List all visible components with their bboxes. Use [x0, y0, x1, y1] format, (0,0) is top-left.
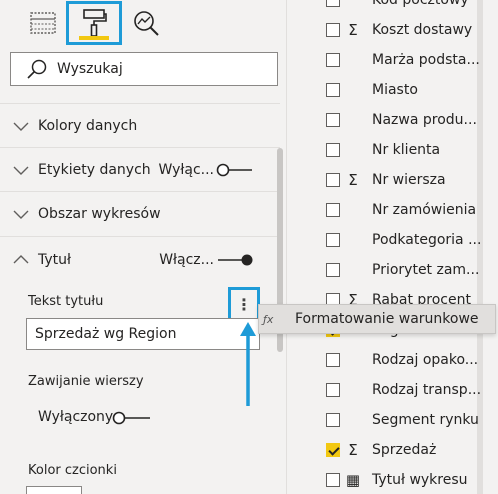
section-label: Etykiety danych	[38, 162, 151, 178]
field-name: Rodzaj transp...	[372, 382, 482, 398]
field-name: Tytuł wykresu	[372, 472, 468, 488]
word-wrap-label: Zawijanie wierszy	[28, 374, 144, 389]
checkbox[interactable]	[326, 203, 340, 217]
field-row[interactable]: ▦ Tytuł wykresu	[287, 465, 498, 494]
field-row[interactable]: Nr zamówienia	[287, 195, 498, 225]
tab-fields[interactable]	[22, 0, 64, 46]
checkbox[interactable]	[326, 83, 340, 97]
chevron-down-icon	[13, 166, 29, 175]
menu-item-conditional-formatting[interactable]: Formatowanie warunkowe	[295, 311, 479, 327]
toggle-off[interactable]	[216, 163, 254, 177]
checkbox[interactable]	[326, 353, 340, 367]
field-row[interactable]: Marża podsta...	[287, 45, 498, 75]
field-row[interactable]: Miasto	[287, 75, 498, 105]
word-wrap-state: Wyłączony	[38, 409, 114, 425]
checkbox[interactable]	[326, 263, 340, 277]
chevron-down-icon	[13, 122, 29, 131]
checkbox[interactable]	[326, 143, 340, 157]
chevron-up-icon	[13, 255, 29, 264]
field-name: Podkategoria ...	[372, 232, 482, 248]
field-name: Priorytet zam...	[372, 262, 480, 278]
checkbox[interactable]	[326, 0, 340, 7]
field-name: Miasto	[372, 82, 418, 98]
field-row[interactable]: Podkategoria ...	[287, 225, 498, 255]
field-row[interactable]: Priorytet zam...	[287, 255, 498, 285]
divider	[0, 236, 280, 237]
section-label: Obszar wykresów	[38, 206, 161, 222]
checkbox[interactable]	[326, 23, 340, 37]
search-icon	[27, 59, 47, 79]
checkbox[interactable]	[326, 383, 340, 397]
section-label: Kolory danych	[38, 118, 138, 134]
checkbox[interactable]	[326, 53, 340, 67]
field-name: Nazwa produ...	[372, 112, 477, 128]
active-tab-indicator	[79, 36, 109, 40]
checkbox[interactable]	[326, 113, 340, 127]
paint-roller-icon	[83, 9, 107, 37]
field-name: Nr wiersza	[372, 172, 446, 188]
tab-analytics[interactable]	[126, 0, 166, 46]
tab-format[interactable]	[66, 1, 122, 45]
sigma-icon: Σ	[348, 441, 358, 459]
analytics-magnifier-icon	[134, 11, 159, 36]
field-row[interactable]: Kod pocztowy	[287, 0, 498, 15]
field-row[interactable]: Nazwa produ...	[287, 105, 498, 135]
checkbox[interactable]	[326, 233, 340, 247]
title-text-label: Tekst tytułu	[28, 294, 104, 309]
field-name: Rodzaj opako...	[372, 352, 479, 368]
field-row[interactable]: Σ Nr wiersza	[287, 165, 498, 195]
section-data-colors[interactable]: Kolory danych	[0, 104, 280, 148]
checkbox[interactable]	[326, 413, 340, 427]
field-name: Koszt dostawy	[372, 22, 473, 38]
font-color-picker[interactable]	[26, 486, 82, 494]
chevron-down-icon	[13, 210, 29, 219]
field-row[interactable]: Rodzaj opako...	[287, 345, 498, 375]
checkbox[interactable]	[326, 173, 340, 187]
title-text-value: Sprzedaż wg Region	[35, 326, 177, 342]
field-row[interactable]: Σ Koszt dostawy	[287, 15, 498, 45]
checkbox-checked[interactable]	[326, 443, 340, 457]
checkbox[interactable]	[326, 473, 340, 487]
field-name: Nr klienta	[372, 142, 441, 158]
arrow-up-icon	[240, 322, 256, 406]
fields-list-pane: Kod pocztowy Σ Koszt dostawy Marża podsta..…	[286, 0, 498, 494]
sigma-icon: Σ	[348, 171, 358, 189]
calculator-icon: ▦	[345, 471, 361, 489]
field-name: Marża podsta...	[372, 52, 480, 68]
fx-icon: ƒx	[263, 312, 274, 326]
field-name: Sprzedaż	[372, 442, 437, 458]
more-options-icon: ⋮	[236, 294, 252, 314]
table-grid-icon	[30, 12, 56, 34]
field-name: Kod pocztowy	[372, 0, 469, 8]
field-row[interactable]: Rodzaj transp...	[287, 375, 498, 405]
toggle-on[interactable]	[216, 253, 254, 267]
section-data-labels[interactable]: Etykiety danych Wyłąc...	[0, 148, 280, 192]
field-row[interactable]: Nr klienta	[287, 135, 498, 165]
section-label: Tytuł	[38, 252, 71, 268]
search-input[interactable]	[57, 55, 257, 83]
section-title[interactable]: Tytuł Włącz...	[0, 238, 280, 282]
field-name: Nr zamówienia	[372, 202, 477, 218]
field-row[interactable]: Segment rynku	[287, 405, 498, 435]
toggle-state-label: Wyłąc...	[158, 162, 215, 178]
word-wrap-toggle[interactable]	[112, 411, 152, 425]
section-plot-area[interactable]: Obszar wykresów	[0, 192, 280, 236]
toggle-state-label: Włącz...	[159, 252, 214, 268]
field-name: Segment rynku	[372, 412, 479, 428]
title-text-input[interactable]: Sprzedaż wg Region	[26, 318, 260, 350]
font-color-label: Kolor czcionki	[28, 463, 117, 478]
search-box[interactable]	[10, 52, 278, 86]
more-options-button[interactable]: ⋮	[228, 287, 260, 321]
field-row[interactable]: Σ Sprzedaż	[287, 435, 498, 465]
format-pane: Kolory danych Etykiety danych Wyłąc... O…	[0, 0, 286, 494]
sigma-icon: Σ	[348, 21, 358, 39]
context-menu: ƒx Formatowanie warunkowe	[258, 304, 496, 334]
